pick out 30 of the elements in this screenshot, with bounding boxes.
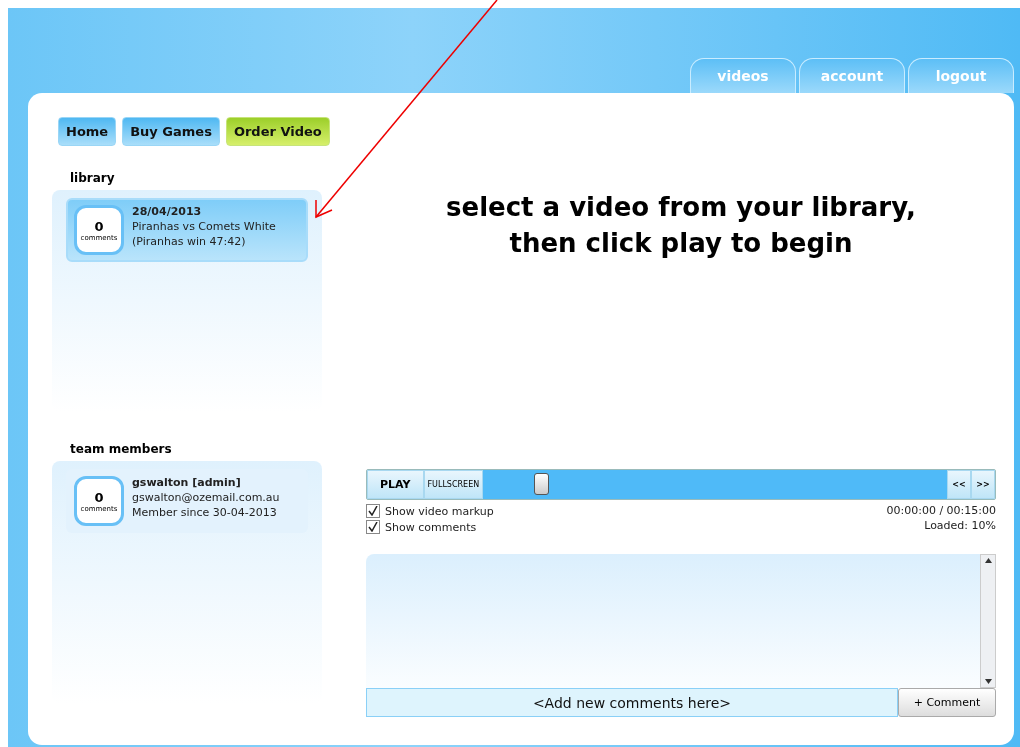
- video-result: (Piranhas win 47:42): [132, 235, 247, 248]
- video-title: Piranhas vs Comets White: [132, 220, 276, 233]
- member-email: gswalton@ozemail.com.au: [132, 491, 280, 504]
- comment-input-field[interactable]: <Add new comments here>: [366, 688, 898, 717]
- checkbox[interactable]: [366, 520, 380, 534]
- nav-button[interactable]: Order Video: [225, 117, 330, 146]
- forward-button[interactable]: >>: [971, 470, 995, 499]
- loaded-status: Loaded: 10%: [924, 519, 996, 532]
- section-heading: library: [70, 171, 116, 185]
- scrollbar[interactable]: [980, 554, 996, 688]
- rewind-button[interactable]: <<: [947, 470, 971, 499]
- comment-count: 0: [94, 489, 104, 505]
- section-heading: team members: [70, 442, 173, 456]
- member-name: gswalton [admin]: [132, 476, 242, 489]
- checkbox-label: Show video markup: [385, 504, 494, 518]
- fullscreen-button[interactable]: FULLSCREEN: [423, 470, 484, 499]
- nav-button[interactable]: Buy Games: [122, 117, 220, 146]
- seek-thumb[interactable]: [534, 473, 550, 495]
- checkbox-label: Show comments: [385, 520, 477, 534]
- instruction-text: select a video from your library, then click play to begin: [445, 191, 917, 260]
- comment-count: 0: [94, 218, 104, 234]
- scroll-up-icon[interactable]: [984, 558, 992, 563]
- checkbox[interactable]: [366, 504, 380, 518]
- add-comment-button[interactable]: + Comment: [898, 688, 996, 717]
- member-since: Member since 30-04-2013: [132, 506, 278, 519]
- scroll-down-icon[interactable]: [984, 679, 992, 684]
- time-display: 00:00:00 / 00:15:00: [886, 504, 996, 517]
- nav-button[interactable]: Home: [58, 117, 117, 146]
- video-date: 28/04/2013: [132, 205, 203, 218]
- play-button[interactable]: PLAY: [367, 470, 424, 499]
